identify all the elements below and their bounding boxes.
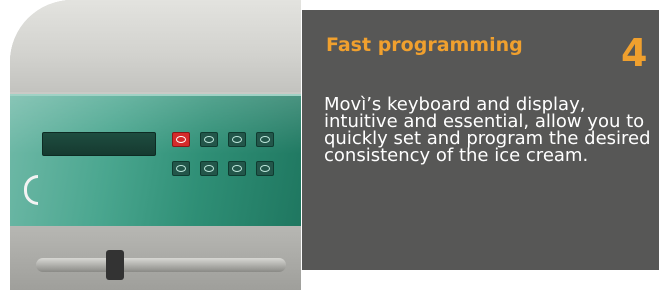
keypad-key-icon <box>200 132 218 147</box>
feature-number: 4 <box>621 31 648 75</box>
power-key-icon <box>172 132 190 147</box>
feature-info-panel: Fast programming 4 Movì’s keyboard and d… <box>302 10 659 270</box>
keypad-key-icon <box>172 161 190 176</box>
feature-description: Movì’s keyboard and display, intuitive a… <box>324 94 651 166</box>
lcd-display <box>42 132 156 156</box>
keypad-key-icon <box>256 132 274 147</box>
steel-casing-top <box>10 0 301 92</box>
keypad-key-icon <box>228 132 246 147</box>
product-photo <box>10 0 301 290</box>
keypad-key-icon <box>256 161 274 176</box>
dispenser-handle <box>36 258 286 272</box>
handle-knob <box>106 250 124 280</box>
minus-key-icon <box>200 161 218 176</box>
feature-title: Fast programming <box>326 34 523 56</box>
keypad-key-icon <box>228 161 246 176</box>
